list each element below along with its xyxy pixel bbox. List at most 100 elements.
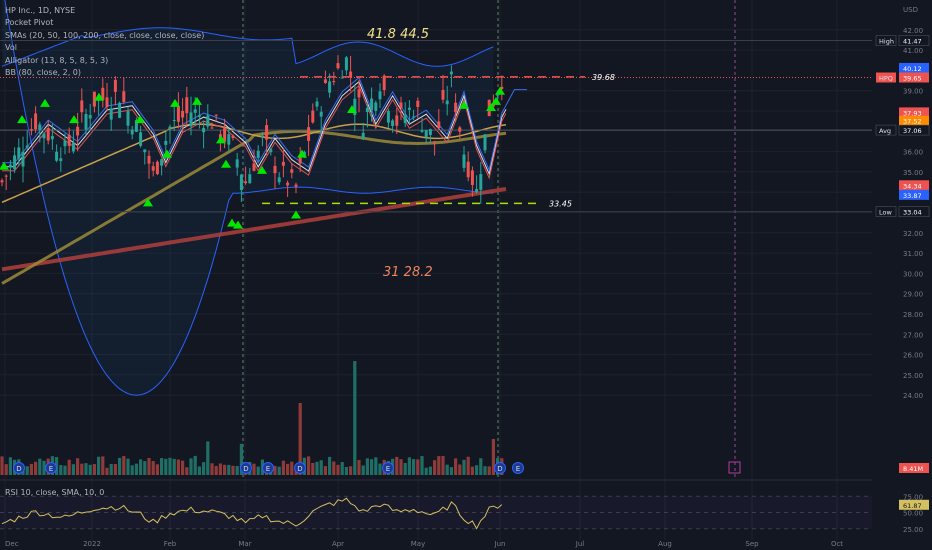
candle-body (433, 141, 437, 143)
legend-indicator-bb[interactable]: BB (80, close, 2, 0) (5, 67, 204, 79)
time-tick-label: Feb (164, 540, 177, 548)
candle-body (189, 112, 193, 127)
legend-indicator-smas[interactable]: SMAs (20, 50, 100, 200, close, close, cl… (5, 30, 204, 42)
volume-bar (59, 465, 63, 475)
volume-bar (223, 464, 227, 475)
volume-bar (113, 464, 117, 475)
chart-legend: HP Inc., 1D, NYSE Pocket Pivot SMAs (20,… (5, 5, 204, 79)
price-axis[interactable]: USD42.0041.0039.0038.0036.0035.0034.0033… (872, 0, 932, 550)
candle-body (256, 150, 260, 158)
candle-body (386, 111, 390, 123)
candle-body (193, 109, 197, 113)
volume-bar (433, 460, 437, 475)
price-tick-label: 29.00 (903, 291, 923, 299)
volume-bar (407, 457, 411, 475)
volume-bar (399, 459, 403, 475)
candle-body (315, 101, 319, 107)
volume-bar (67, 459, 71, 475)
legend-indicator-vol[interactable]: Vol (5, 42, 204, 54)
candle-body (231, 135, 235, 138)
candle-body (428, 129, 432, 135)
volume-bar (412, 459, 416, 475)
candle-body (25, 145, 29, 148)
candle-body (4, 175, 8, 177)
volume-bar (80, 463, 84, 475)
price-tick-label: 26.00 (903, 352, 923, 360)
volume-bar (420, 456, 424, 475)
volume-bar (122, 455, 126, 475)
legend-indicator-pocket-pivot[interactable]: Pocket Pivot (5, 17, 204, 29)
event-marker-label: E (386, 465, 390, 473)
volume-bar (454, 458, 458, 475)
candle-body (420, 130, 424, 132)
candle-body (466, 161, 470, 178)
event-marker-label: D (243, 465, 248, 473)
candle-body (416, 100, 420, 108)
candle-body (84, 114, 88, 130)
volume-bar (210, 463, 214, 475)
price-badge-value: 37.52 (903, 118, 922, 126)
volume-bar (4, 464, 8, 475)
time-axis[interactable]: Dec 2022 Feb Mar Apr May Jun Jul Aug Sep Oct (5, 540, 843, 548)
volume-bar (315, 461, 319, 475)
volume-bar (374, 457, 378, 475)
time-tick-label: 2022 (83, 540, 101, 548)
price-chart[interactable]: D E D E D E D E RSI 10, close, SMA, 10, 0 USD 42… (0, 0, 932, 550)
volume-bar (202, 462, 206, 475)
volume-bar (118, 457, 122, 475)
badge-label: Avg (879, 127, 891, 135)
candle-body (399, 102, 403, 109)
volume-bar (256, 466, 260, 475)
volume-bar (416, 459, 420, 475)
candle-body (323, 79, 327, 84)
volume-bar (403, 463, 407, 475)
candle-body (454, 102, 458, 113)
candle-body (210, 127, 214, 129)
candle-body (395, 115, 399, 126)
badge-label: High (879, 38, 894, 46)
legend-symbol[interactable]: HP Inc., 1D, NYSE (5, 5, 204, 17)
annotation-support: 33.45 (549, 199, 572, 208)
candle-body (71, 142, 75, 152)
candle-body (340, 77, 344, 79)
price-tick-label: 27.00 (903, 331, 923, 339)
candle-body (496, 94, 500, 96)
volume-bar (218, 463, 222, 475)
candle-body (319, 111, 323, 117)
volume-bar (340, 462, 344, 475)
time-tick-label: Mar (238, 540, 251, 548)
candle-body (151, 166, 155, 171)
price-tick-label: 30.00 (903, 270, 923, 278)
candle-body (168, 126, 172, 130)
candle-body (332, 81, 336, 83)
candle-body (227, 134, 231, 145)
time-tick-label: Aug (658, 540, 672, 548)
candle-body (475, 188, 479, 193)
candle-body (328, 81, 332, 93)
candle-body (479, 174, 483, 190)
volume-bar (290, 461, 294, 475)
volume-bar (189, 458, 193, 475)
volume-bar (29, 463, 33, 475)
volume-bar (168, 457, 172, 475)
legend-indicator-alligator[interactable]: Alligator (13, 8, 5, 8, 5, 3) (5, 55, 204, 67)
candle-body (458, 127, 462, 132)
candle-body (105, 97, 109, 107)
volume-bar (344, 467, 348, 475)
volume-bar (252, 463, 256, 475)
candle-body (424, 130, 428, 138)
volume-bar (378, 463, 382, 475)
volume-bar (101, 456, 105, 475)
rsi-tick-label: 50.00 (903, 510, 923, 518)
volume-bar (319, 460, 323, 475)
candle-body (470, 170, 474, 185)
candle-body (0, 180, 4, 183)
candle-body (176, 106, 180, 122)
volume-bar (172, 458, 176, 475)
volume-bar (483, 466, 487, 475)
volume-bar (84, 463, 88, 475)
candle-body (269, 149, 273, 153)
volume-bar (97, 456, 101, 475)
price-badge-value: 33.04 (903, 209, 922, 217)
price-badge-value: 37.06 (903, 127, 922, 135)
